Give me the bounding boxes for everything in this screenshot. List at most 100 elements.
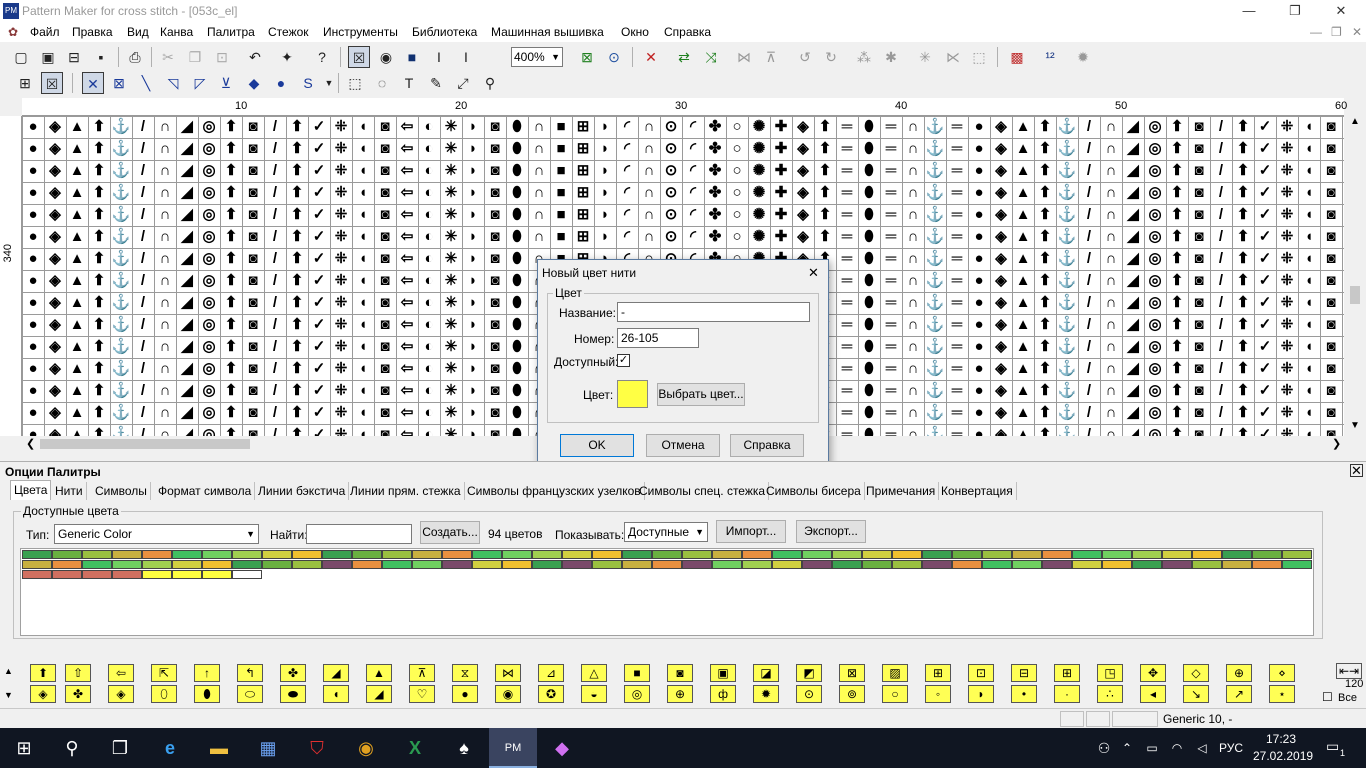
grid-cell[interactable]: / <box>1078 358 1100 380</box>
color-swatch-cell[interactable] <box>1132 550 1162 559</box>
grid-cell[interactable]: ═ <box>946 204 968 226</box>
grid-cell[interactable]: ■ <box>550 160 572 182</box>
grid-cell[interactable]: ◢ <box>1122 380 1144 402</box>
grid-cell[interactable]: ⬆ <box>220 182 242 204</box>
grid-cell[interactable]: ✓ <box>1254 160 1276 182</box>
grid-cell[interactable]: / <box>264 138 286 160</box>
grid-cell[interactable]: ∩ <box>902 204 924 226</box>
text-tool-icon[interactable]: T <box>398 72 420 94</box>
grid-cell[interactable]: / <box>264 204 286 226</box>
grid-cell[interactable]: ◙ <box>484 182 506 204</box>
grid-cell[interactable]: ✓ <box>1254 314 1276 336</box>
color-swatch-cell[interactable] <box>562 550 592 559</box>
grid-cell[interactable]: ⁜ <box>330 138 352 160</box>
grid-cell[interactable]: ◢ <box>1122 402 1144 424</box>
lasso-icon[interactable]: ◌ <box>371 72 393 94</box>
grid-cell[interactable]: ◙ <box>242 204 264 226</box>
grid-cell[interactable]: ◈ <box>44 160 66 182</box>
grid-cell[interactable]: / <box>1210 138 1232 160</box>
grid-cell[interactable]: / <box>1078 314 1100 336</box>
grid-cell[interactable]: ◗ <box>594 204 616 226</box>
grid-cell[interactable]: ◖ <box>352 402 374 424</box>
grid-cell[interactable]: ◖ <box>1298 182 1320 204</box>
grid-cell[interactable]: ⬆ <box>286 248 308 270</box>
color-swatch-cell[interactable] <box>742 560 772 569</box>
grid-cell[interactable]: / <box>264 160 286 182</box>
grid-cell[interactable]: ◙ <box>484 226 506 248</box>
grid-cell[interactable]: ◖ <box>1298 160 1320 182</box>
grid-cell[interactable]: ◈ <box>990 270 1012 292</box>
find-input[interactable] <box>306 524 412 544</box>
grid-cell[interactable]: ⬆ <box>88 336 110 358</box>
grid-cell[interactable]: ⬆ <box>1034 380 1056 402</box>
grid-cell[interactable]: ∩ <box>528 138 550 160</box>
grid-cell[interactable]: ⬆ <box>1034 138 1056 160</box>
grid-cell[interactable]: ✤ <box>704 116 726 138</box>
grid-cell[interactable]: / <box>1210 402 1232 424</box>
grid-cell[interactable]: ◈ <box>990 424 1012 436</box>
grid-cell[interactable]: ⬆ <box>814 116 836 138</box>
grid-cell[interactable]: ◙ <box>242 314 264 336</box>
grid-cell[interactable]: ◙ <box>242 270 264 292</box>
minimize-button[interactable]: — <box>1226 0 1272 22</box>
grid-cell[interactable]: / <box>264 292 286 314</box>
grid-cell[interactable]: ⬆ <box>220 358 242 380</box>
grid-cell[interactable]: ◙ <box>1320 248 1342 270</box>
symbol-cell[interactable]: ⊚ <box>839 685 865 703</box>
symbol-cell[interactable]: • <box>1011 685 1037 703</box>
grid-cell[interactable]: ◐ <box>418 336 440 358</box>
grid-cell[interactable]: ═ <box>946 182 968 204</box>
grid-cell[interactable]: ⬮ <box>506 116 528 138</box>
grid-cell[interactable]: ∩ <box>154 380 176 402</box>
grid-cell[interactable]: ▲ <box>1012 336 1034 358</box>
grid-cell[interactable]: ⚓ <box>1056 248 1078 270</box>
grid-cell[interactable]: ◎ <box>1144 116 1166 138</box>
grid-cell[interactable]: ⚓ <box>1056 380 1078 402</box>
symbol-cell[interactable]: ◢ <box>366 685 392 703</box>
color-swatch-cell[interactable] <box>1192 560 1222 569</box>
color-swatch-cell[interactable] <box>202 560 232 569</box>
grid-cell[interactable]: ✚ <box>770 204 792 226</box>
grid-cell[interactable]: ◎ <box>198 138 220 160</box>
grid-cell[interactable]: ▲ <box>1012 226 1034 248</box>
color-swatch-cell[interactable] <box>982 550 1012 559</box>
grid-cell[interactable]: ═ <box>836 270 858 292</box>
color-swatch-cell[interactable] <box>262 550 292 559</box>
grid-cell[interactable]: ⬮ <box>506 182 528 204</box>
grid-cell[interactable]: ✓ <box>1254 248 1276 270</box>
grid-cell[interactable]: ⬆ <box>286 182 308 204</box>
grid-cell[interactable]: ◖ <box>352 424 374 436</box>
grid-cell[interactable]: ◜ <box>682 160 704 182</box>
symbar-left-up-icon[interactable]: ▲ <box>4 666 13 676</box>
grid-cell[interactable]: ○ <box>726 204 748 226</box>
grid-cell[interactable]: ◈ <box>990 160 1012 182</box>
grid-cell[interactable]: ⬆ <box>286 292 308 314</box>
grid-cell[interactable]: ⬆ <box>1166 204 1188 226</box>
grid-cell[interactable]: ▲ <box>66 248 88 270</box>
grid-cell[interactable]: ◙ <box>242 402 264 424</box>
grid-cell[interactable]: / <box>1210 336 1232 358</box>
grid-cell[interactable]: ◖ <box>352 358 374 380</box>
grid-cell[interactable]: ◈ <box>990 248 1012 270</box>
color-swatch-cell[interactable] <box>952 550 982 559</box>
color-swatch-cell[interactable] <box>952 560 982 569</box>
grid-cell[interactable]: / <box>264 248 286 270</box>
special-stitch-icon[interactable]: S <box>297 72 319 94</box>
grid-cell[interactable]: ◙ <box>242 138 264 160</box>
grid-cell[interactable]: ◈ <box>44 116 66 138</box>
grid-cell[interactable]: ∩ <box>154 292 176 314</box>
grid-cell[interactable]: / <box>1210 358 1232 380</box>
grid-cell[interactable]: ═ <box>946 248 968 270</box>
grid-cell[interactable]: ◈ <box>792 182 814 204</box>
grid-cell[interactable]: ⬆ <box>220 138 242 160</box>
pick-icon[interactable]: ✎ <box>425 72 447 94</box>
grid-cell[interactable]: ═ <box>880 402 902 424</box>
grid-cell[interactable]: ○ <box>726 138 748 160</box>
grid-cell[interactable]: ▲ <box>66 138 88 160</box>
color-swatch-cell[interactable] <box>292 550 322 559</box>
grid-cell[interactable]: ◗ <box>462 160 484 182</box>
grid-cell[interactable]: ◖ <box>352 336 374 358</box>
grid-cell[interactable]: ⇦ <box>396 402 418 424</box>
symbol-cell[interactable]: ↰ <box>237 664 263 682</box>
grid-cell[interactable]: ⚓ <box>924 380 946 402</box>
